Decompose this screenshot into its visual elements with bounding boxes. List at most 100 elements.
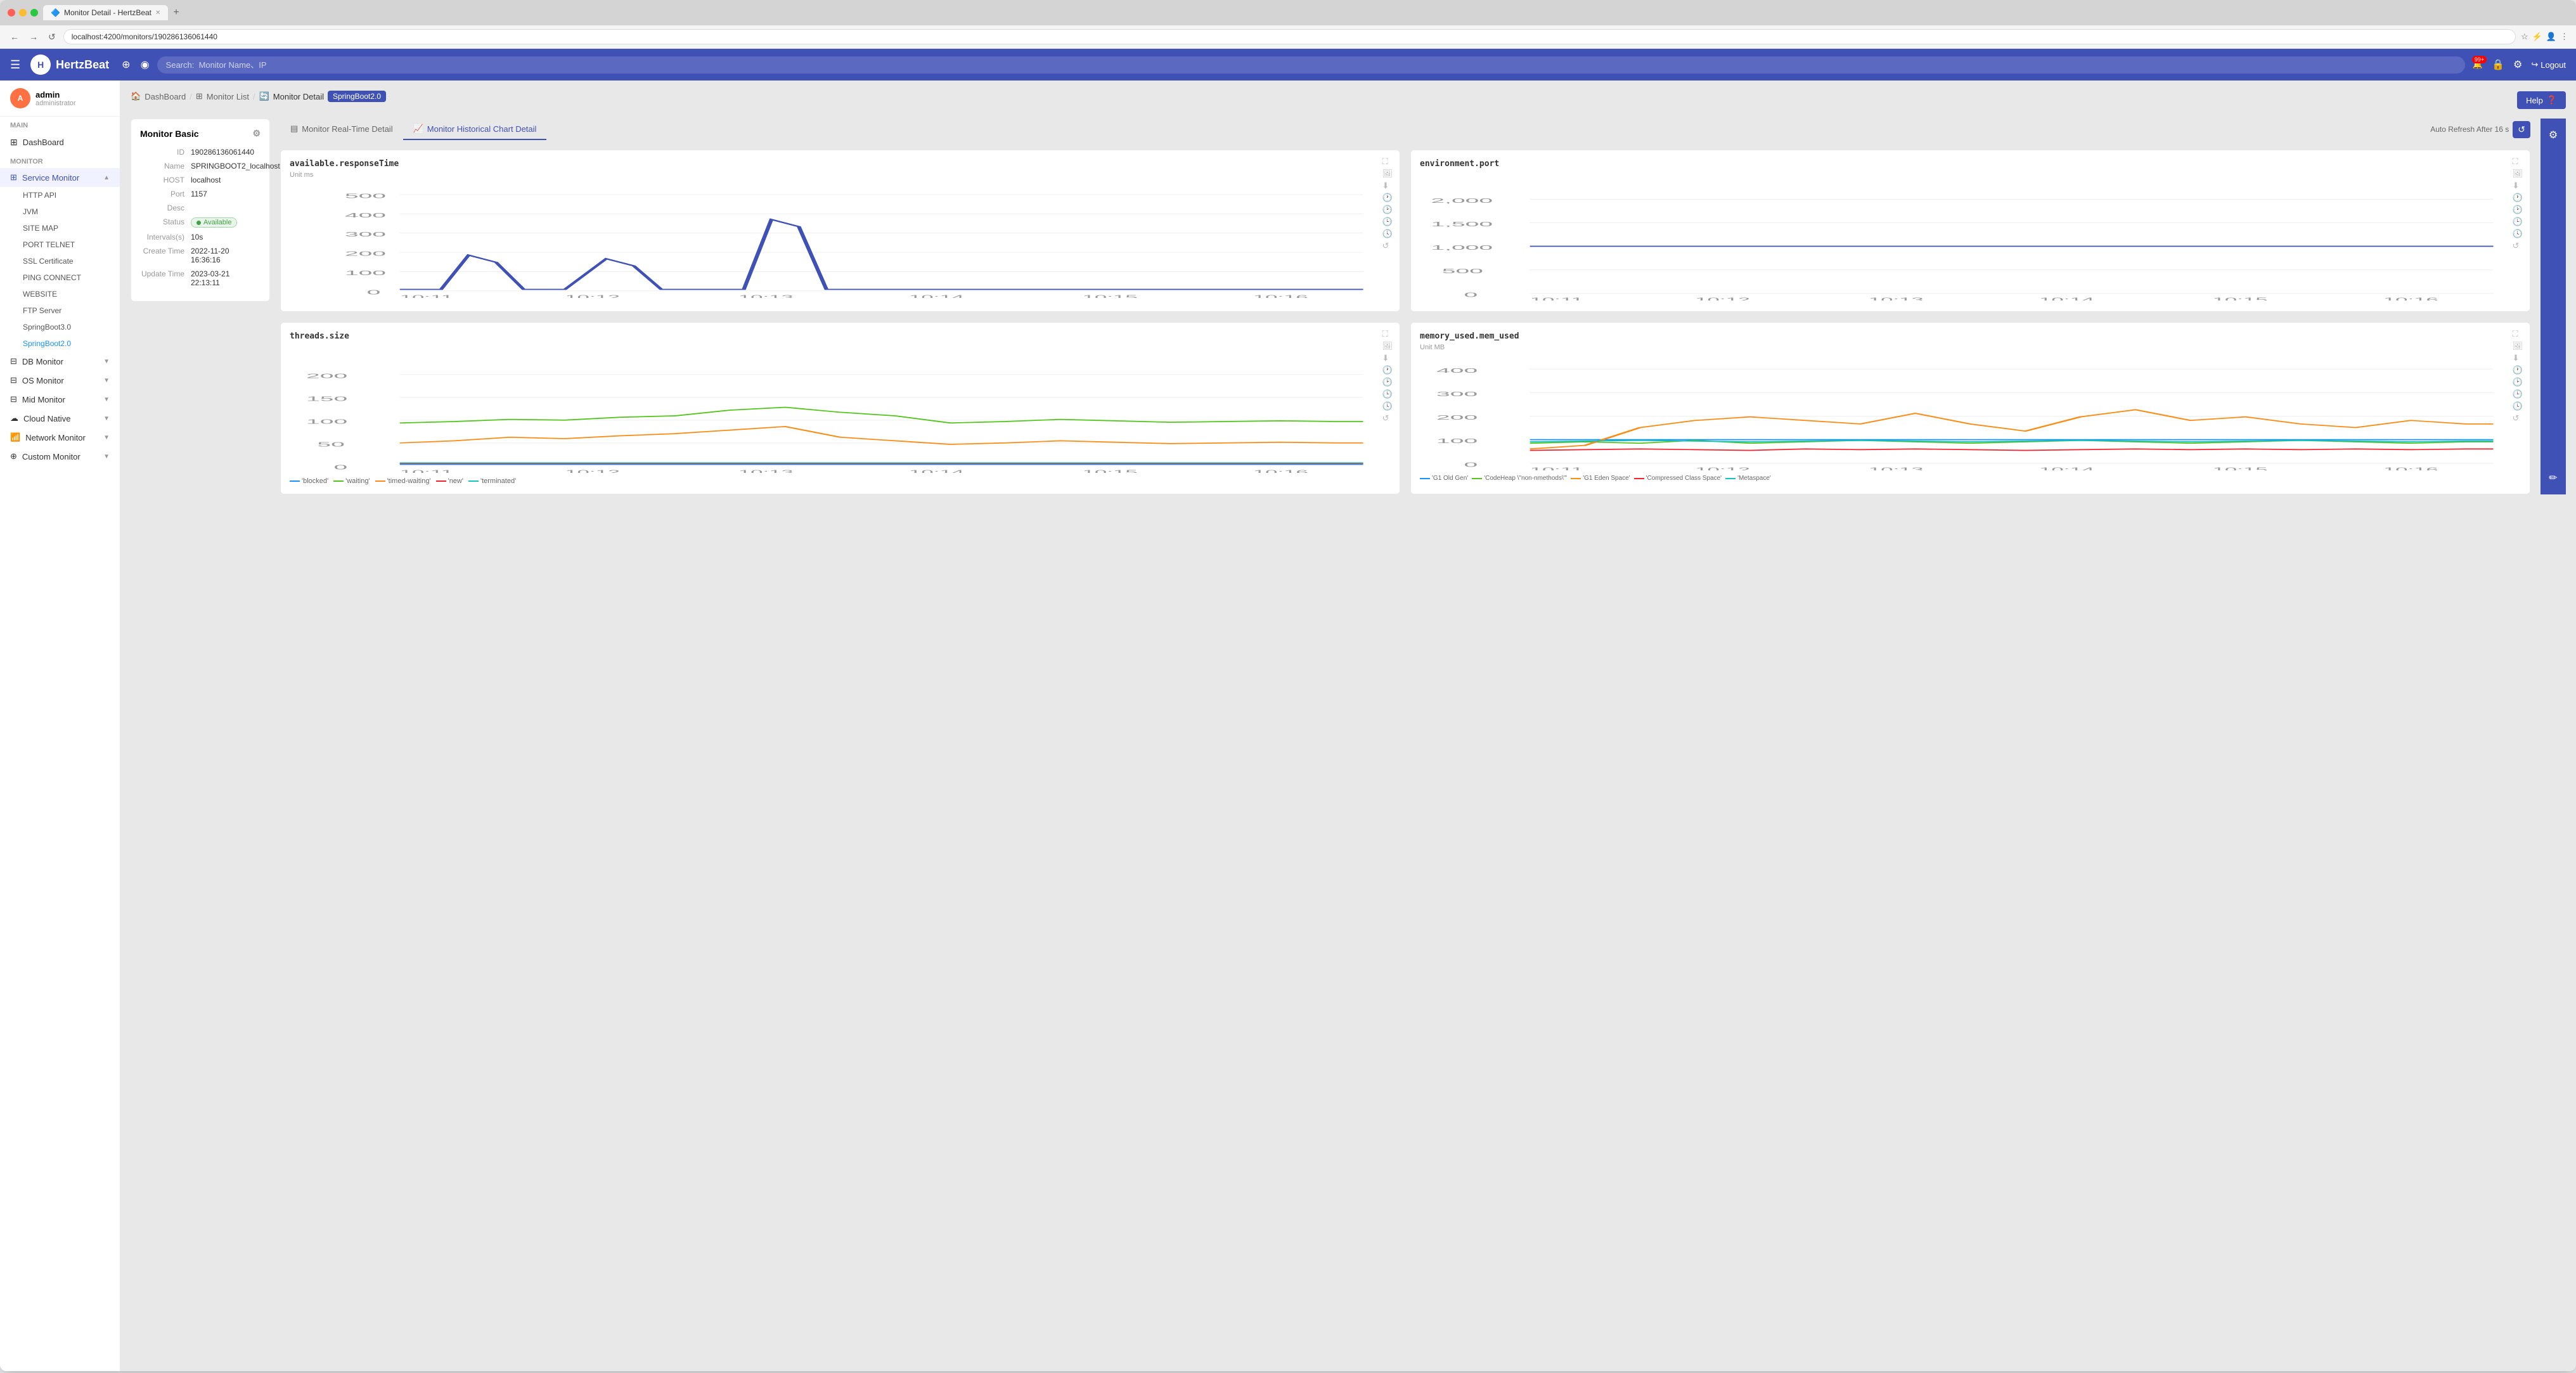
sidebar-item-db-monitor-label: DB Monitor xyxy=(22,357,63,366)
expand-icon-3[interactable]: ⛶ xyxy=(1381,329,1393,338)
sidebar-subitem-springboot3[interactable]: SpringBoot3.0 xyxy=(0,319,120,335)
breadcrumb-dashboard[interactable]: DashBoard xyxy=(145,92,186,101)
host-value: localhost xyxy=(191,176,221,184)
breadcrumb-monitor-list[interactable]: Monitor List xyxy=(207,92,249,101)
sidebar-subitem-springboot2[interactable]: SpringBoot2.0 xyxy=(0,335,120,352)
sidebar-subitem-ftp[interactable]: FTP Server xyxy=(0,302,120,319)
expand-icon-4[interactable]: ⛶ xyxy=(2511,329,2523,338)
history-icon-4[interactable]: 🕓 xyxy=(1381,229,1393,238)
sidebar-item-custom-monitor[interactable]: ⊕ Custom Monitor ▼ xyxy=(0,447,120,466)
history-icon-2[interactable]: 🕑 xyxy=(1381,205,1393,214)
chart-threads: threads.size ⛶ 🖼 ⬇ 🕐 🕑 🕒 🕓 xyxy=(280,322,1400,494)
chart-threads-actions: ⛶ 🖼 ⬇ 🕐 🕑 🕒 🕓 ↺ xyxy=(1381,329,1393,423)
sidebar-item-cloud-native[interactable]: ☁ Cloud Native ▼ xyxy=(0,409,120,428)
more-icon[interactable]: ⋮ xyxy=(2560,32,2568,42)
sidebar-subitem-ssl[interactable]: SSL Certificate xyxy=(0,253,120,269)
history-icon-4c[interactable]: 🕒 xyxy=(2511,389,2523,399)
sidebar-subitem-http-api[interactable]: HTTP API xyxy=(0,187,120,203)
download-image-icon-2[interactable]: 🖼 xyxy=(2511,169,2523,178)
refresh-chart-icon-2[interactable]: ↺ xyxy=(2511,241,2523,250)
new-tab-button[interactable]: + xyxy=(173,7,179,18)
history-icon-2b[interactable]: 🕑 xyxy=(2511,205,2523,214)
sidebar-item-dashboard[interactable]: ⊞ DashBoard xyxy=(0,132,120,153)
auto-refresh-button[interactable]: ↺ xyxy=(2513,121,2530,138)
history-icon-4d[interactable]: 🕓 xyxy=(2511,401,2523,411)
sidebar-item-mid-monitor[interactable]: ⊟ Mid Monitor ▼ xyxy=(0,390,120,409)
history-icon-3d[interactable]: 🕓 xyxy=(1381,401,1393,411)
help-button[interactable]: Help ❓ xyxy=(2517,91,2566,109)
refresh-chart-icon[interactable]: ↺ xyxy=(1381,241,1393,250)
refresh-button[interactable]: ↺ xyxy=(46,30,58,44)
legend-compressed: 'Compressed Class Space' xyxy=(1634,475,1722,482)
right-panel-settings-icon[interactable]: ⚙ xyxy=(2546,126,2560,144)
sidebar-subitem-port-telnet[interactable]: PORT TELNET xyxy=(0,236,120,253)
svg-text:10:15: 10:15 xyxy=(1083,469,1138,473)
history-icon-2c[interactable]: 🕒 xyxy=(2511,217,2523,226)
expand-icon[interactable]: ⛶ xyxy=(1381,157,1393,166)
history-icon-3a[interactable]: 🕐 xyxy=(1381,365,1393,375)
info-row-id: ID 190286136061440 xyxy=(140,148,261,157)
sidebar-item-os-monitor[interactable]: ⊟ OS Monitor ▼ xyxy=(0,371,120,390)
history-icon-2d[interactable]: 🕓 xyxy=(2511,229,2523,238)
history-icon-2a[interactable]: 🕐 xyxy=(2511,193,2523,202)
profile-icon[interactable]: 👤 xyxy=(2546,32,2556,42)
sidebar-subitem-jvm[interactable]: JVM xyxy=(0,203,120,220)
svg-text:100: 100 xyxy=(306,418,347,425)
minimize-button[interactable] xyxy=(19,9,27,16)
history-icon-3c[interactable]: 🕒 xyxy=(1381,389,1393,399)
browser-tab[interactable]: 🔷 Monitor Detail - HertzBeat ✕ xyxy=(43,5,168,20)
refresh-chart-icon-3[interactable]: ↺ xyxy=(1381,413,1393,423)
svg-text:10:15: 10:15 xyxy=(2213,467,2268,470)
settings-icon[interactable]: ⚙ xyxy=(2513,58,2522,71)
svg-text:0: 0 xyxy=(1464,292,1478,299)
forward-button[interactable]: → xyxy=(27,30,41,43)
maximize-button[interactable] xyxy=(30,9,38,16)
sidebar-item-service-monitor[interactable]: ⊞ Service Monitor ▲ xyxy=(0,168,120,187)
download-image-icon[interactable]: 🖼 xyxy=(1381,169,1393,178)
address-bar[interactable] xyxy=(63,29,2516,44)
download-icon[interactable]: ⬇ xyxy=(1381,181,1393,190)
history-icon-4a[interactable]: 🕐 xyxy=(2511,365,2523,375)
sidebar-item-mid-monitor-label: Mid Monitor xyxy=(22,395,65,404)
history-icon-3b[interactable]: 🕑 xyxy=(1381,377,1393,387)
menu-icon[interactable]: ☰ xyxy=(10,58,20,72)
tab-historical[interactable]: 📈 Monitor Historical Chart Detail xyxy=(403,119,547,140)
gitee-icon[interactable]: ◉ xyxy=(141,58,150,71)
help-icon: ❓ xyxy=(2547,95,2557,105)
sidebar-subitem-website[interactable]: WEBSITE xyxy=(0,286,120,302)
legend-waiting: 'waiting' xyxy=(333,477,370,485)
lock-icon[interactable]: 🔒 xyxy=(2492,58,2504,71)
main-section-label: Main xyxy=(0,117,120,132)
download-image-icon-3[interactable]: 🖼 xyxy=(1381,341,1393,351)
search-input[interactable] xyxy=(157,56,2465,74)
tab-realtime[interactable]: ▤ Monitor Real-Time Detail xyxy=(280,119,403,140)
notification-button[interactable]: 🔔 99+ xyxy=(2473,60,2483,70)
sidebar-subitem-ping[interactable]: PING CONNECT xyxy=(0,269,120,286)
history-icon-4b[interactable]: 🕑 xyxy=(2511,377,2523,387)
refresh-chart-icon-4[interactable]: ↺ xyxy=(2511,413,2523,423)
bookmark-icon[interactable]: ☆ xyxy=(2521,32,2528,42)
download-icon-2[interactable]: ⬇ xyxy=(2511,181,2523,190)
download-icon-3[interactable]: ⬇ xyxy=(1381,353,1393,363)
github-icon[interactable]: ⊕ xyxy=(122,58,130,71)
download-image-icon-4[interactable]: 🖼 xyxy=(2511,341,2523,351)
back-button[interactable]: ← xyxy=(8,30,22,43)
logout-button[interactable]: ↪ Logout xyxy=(2531,60,2566,70)
svg-text:200: 200 xyxy=(345,250,386,257)
expand-icon-2[interactable]: ⛶ xyxy=(2511,157,2523,166)
legend-g1-old: 'G1 Old Gen' xyxy=(1420,475,1468,482)
tab-close-icon[interactable]: ✕ xyxy=(155,10,160,16)
monitor-settings-icon[interactable]: ⚙ xyxy=(252,128,261,139)
right-panel-pencil-icon[interactable]: ✏ xyxy=(2546,469,2560,487)
history-icon-3[interactable]: 🕒 xyxy=(1381,217,1393,226)
sidebar-subitem-site-map[interactable]: SITE MAP xyxy=(0,220,120,236)
close-button[interactable] xyxy=(8,9,15,16)
info-row-status: Status Available xyxy=(140,217,261,228)
download-icon-4[interactable]: ⬇ xyxy=(2511,353,2523,363)
svg-text:10:16: 10:16 xyxy=(1253,469,1308,473)
history-icon-1[interactable]: 🕐 xyxy=(1381,193,1393,202)
chart-response-time-actions: ⛶ 🖼 ⬇ 🕐 🕑 🕒 🕓 ↺ xyxy=(1381,157,1393,250)
sidebar-item-network-monitor[interactable]: 📶 Network Monitor ▼ xyxy=(0,428,120,447)
extension-icon[interactable]: ⚡ xyxy=(2532,32,2542,42)
sidebar-item-db-monitor[interactable]: ⊟ DB Monitor ▼ xyxy=(0,352,120,371)
